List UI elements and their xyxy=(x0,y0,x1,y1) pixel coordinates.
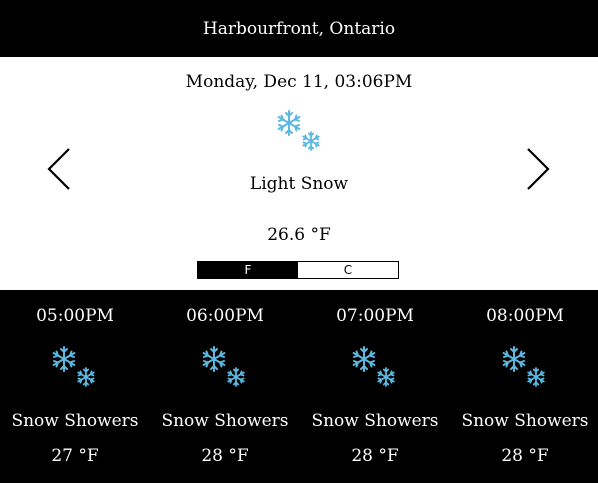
current-condition: Light Snow xyxy=(249,174,349,194)
forecast-condition: Snow Showers xyxy=(311,411,439,431)
celsius-button[interactable]: C xyxy=(298,262,398,278)
weather-app: Harbourfront, Ontario Monday, Dec 11, 03… xyxy=(0,0,598,483)
forecast-time: 06:00PM xyxy=(186,306,264,326)
chevron-left-icon[interactable] xyxy=(45,147,75,191)
current-datetime: Monday, Dec 11, 03:06PM xyxy=(185,72,413,92)
current-temperature: 26.6 °F xyxy=(267,225,331,245)
forecast-condition: Snow Showers xyxy=(461,411,589,431)
location-title: Harbourfront, Ontario xyxy=(202,18,396,39)
forecast-item: 07:00PM Snow Showers 28 °F xyxy=(300,290,450,483)
forecast-item: 06:00PM Snow Showers 28 °F xyxy=(150,290,300,483)
forecast-temperature: 28 °F xyxy=(351,446,399,466)
forecast-time: 08:00PM xyxy=(486,306,564,326)
forecast-temperature: 28 °F xyxy=(501,446,549,466)
fahrenheit-button[interactable]: F xyxy=(198,262,298,278)
forecast-condition: Snow Showers xyxy=(161,411,289,431)
unit-toggle: F C xyxy=(197,261,399,279)
forecast-time: 05:00PM xyxy=(36,306,114,326)
current-conditions-panel: Monday, Dec 11, 03:06PM Light Snow 26.6 … xyxy=(0,57,598,290)
forecast-time: 07:00PM xyxy=(336,306,414,326)
snowflakes-icon xyxy=(202,346,245,387)
forecast-condition: Snow Showers xyxy=(11,411,139,431)
snowflakes-icon xyxy=(52,346,95,387)
hourly-forecast: 05:00PM Snow Showers 27 °F 06:00PM Snow … xyxy=(0,290,598,483)
forecast-temperature: 27 °F xyxy=(51,446,99,466)
forecast-temperature: 28 °F xyxy=(201,446,249,466)
forecast-item: 08:00PM Snow Showers 28 °F xyxy=(450,290,598,483)
header: Harbourfront, Ontario xyxy=(0,0,598,57)
chevron-right-icon[interactable] xyxy=(522,147,552,191)
forecast-item: 05:00PM Snow Showers 27 °F xyxy=(0,290,150,483)
snowflakes-icon xyxy=(352,346,395,387)
snowflakes-icon xyxy=(502,346,545,387)
snowflakes-icon xyxy=(277,110,320,151)
